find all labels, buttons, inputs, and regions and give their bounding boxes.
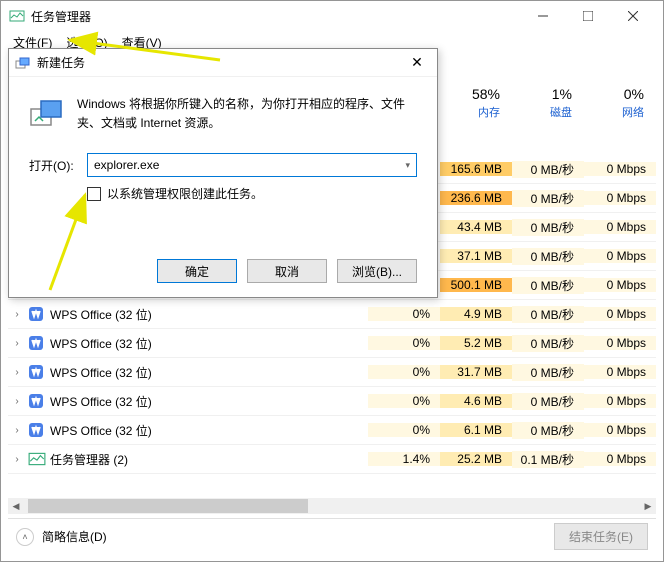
disk-cell: 0 MB/秒: [512, 219, 584, 236]
table-row[interactable]: › 任务管理器 (2)1.4%25.2 MB0.1 MB/秒0 Mbps: [8, 445, 656, 474]
cpu-cell: 0%: [368, 423, 440, 437]
footer: ˄ 简略信息(D) 结束任务(E): [8, 518, 656, 554]
minimize-button[interactable]: [520, 2, 565, 30]
new-task-dialog: 新建任务 ✕ Windows 将根据你所键入的名称，为你打开相应的程序、文件夹、…: [8, 48, 438, 298]
titlebar: 任务管理器: [1, 1, 663, 31]
scroll-thumb[interactable]: [28, 499, 308, 513]
expand-icon[interactable]: ›: [8, 425, 26, 436]
column-headers: 58% 内存 1% 磁盘 0% 网络: [438, 82, 654, 124]
wps-icon: [28, 306, 46, 322]
window-title: 任务管理器: [31, 8, 520, 25]
memory-cell: 31.7 MB: [440, 365, 512, 379]
network-cell: 0 Mbps: [584, 220, 656, 234]
memory-cell: 236.6 MB: [440, 191, 512, 205]
wps-icon: [28, 364, 46, 380]
table-row[interactable]: › WPS Office (32 位)0%31.7 MB0 MB/秒0 Mbps: [8, 358, 656, 387]
network-cell: 0 Mbps: [584, 423, 656, 437]
cpu-cell: 0%: [368, 307, 440, 321]
wps-icon: [28, 393, 46, 409]
expand-icon[interactable]: ›: [8, 396, 26, 407]
network-cell: 0 Mbps: [584, 336, 656, 350]
table-row[interactable]: › WPS Office (32 位)0%4.6 MB0 MB/秒0 Mbps: [8, 387, 656, 416]
cancel-button[interactable]: 取消: [247, 259, 327, 283]
cpu-cell: 0%: [368, 394, 440, 408]
disk-cell: 0 MB/秒: [512, 306, 584, 323]
network-cell: 0 Mbps: [584, 394, 656, 408]
end-task-button[interactable]: 结束任务(E): [554, 523, 648, 550]
memory-cell: 4.9 MB: [440, 307, 512, 321]
dialog-description: Windows 将根据你所键入的名称，为你打开相应的程序、文件夹、文档或 Int…: [77, 95, 417, 133]
network-cell: 0 Mbps: [584, 191, 656, 205]
dialog-title: 新建任务: [37, 54, 403, 71]
expand-icon[interactable]: ›: [8, 338, 26, 349]
process-name: WPS Office (32 位): [50, 364, 368, 381]
dialog-close-button[interactable]: ✕: [403, 51, 431, 75]
command-input[interactable]: explorer.exe ▾: [87, 153, 417, 177]
browse-button[interactable]: 浏览(B)...: [337, 259, 417, 283]
scroll-right-icon[interactable]: ▶: [640, 498, 656, 514]
taskmgr-icon: [28, 451, 46, 467]
memory-cell: 25.2 MB: [440, 452, 512, 466]
cpu-cell: 0%: [368, 365, 440, 379]
network-cell: 0 Mbps: [584, 452, 656, 466]
cpu-cell: 1.4%: [368, 452, 440, 466]
admin-checkbox[interactable]: [87, 187, 101, 201]
close-button[interactable]: [610, 2, 655, 30]
wps-icon: [28, 422, 46, 438]
disk-cell: 0 MB/秒: [512, 335, 584, 352]
memory-cell: 6.1 MB: [440, 423, 512, 437]
brief-info-toggle[interactable]: ˄ 简略信息(D): [16, 528, 107, 546]
disk-cell: 0 MB/秒: [512, 248, 584, 265]
memory-cell: 5.2 MB: [440, 336, 512, 350]
table-row[interactable]: › WPS Office (32 位)0%5.2 MB0 MB/秒0 Mbps: [8, 329, 656, 358]
memory-cell: 43.4 MB: [440, 220, 512, 234]
process-name: WPS Office (32 位): [50, 422, 368, 439]
table-row[interactable]: › WPS Office (32 位)0%6.1 MB0 MB/秒0 Mbps: [8, 416, 656, 445]
process-name: WPS Office (32 位): [50, 335, 368, 352]
disk-cell: 0 MB/秒: [512, 364, 584, 381]
maximize-button[interactable]: [565, 2, 610, 30]
disk-cell: 0.1 MB/秒: [512, 451, 584, 468]
taskmgr-icon: [9, 8, 25, 24]
network-cell: 0 Mbps: [584, 162, 656, 176]
run-icon: [15, 55, 31, 71]
memory-cell: 37.1 MB: [440, 249, 512, 263]
process-name: WPS Office (32 位): [50, 393, 368, 410]
network-cell: 0 Mbps: [584, 307, 656, 321]
wps-icon: [28, 335, 46, 351]
horizontal-scrollbar[interactable]: ◀ ▶: [8, 498, 656, 514]
process-name: 任务管理器 (2): [50, 451, 368, 468]
process-name: WPS Office (32 位): [50, 306, 368, 323]
expand-icon[interactable]: ›: [8, 309, 26, 320]
chevron-up-icon: ˄: [16, 528, 34, 546]
disk-cell: 0 MB/秒: [512, 277, 584, 294]
col-network[interactable]: 0% 网络: [582, 82, 654, 124]
network-cell: 0 Mbps: [584, 365, 656, 379]
scroll-track[interactable]: [24, 498, 640, 514]
memory-cell: 165.6 MB: [440, 162, 512, 176]
run-large-icon: [29, 95, 65, 131]
expand-icon[interactable]: ›: [8, 367, 26, 378]
col-disk[interactable]: 1% 磁盘: [510, 82, 582, 124]
ok-button[interactable]: 确定: [157, 259, 237, 283]
admin-checkbox-label: 以系统管理权限创建此任务。: [107, 185, 263, 202]
open-label: 打开(O):: [29, 157, 79, 174]
table-row[interactable]: › WPS Office (32 位)0%4.9 MB0 MB/秒0 Mbps: [8, 300, 656, 329]
memory-cell: 4.6 MB: [440, 394, 512, 408]
network-cell: 0 Mbps: [584, 278, 656, 292]
expand-icon[interactable]: ›: [8, 454, 26, 465]
chevron-down-icon[interactable]: ▾: [405, 160, 410, 171]
disk-cell: 0 MB/秒: [512, 161, 584, 178]
memory-cell: 500.1 MB: [440, 278, 512, 292]
network-cell: 0 Mbps: [584, 249, 656, 263]
dialog-titlebar: 新建任务 ✕: [9, 49, 437, 77]
cpu-cell: 0%: [368, 336, 440, 350]
disk-cell: 0 MB/秒: [512, 393, 584, 410]
scroll-left-icon[interactable]: ◀: [8, 498, 24, 514]
col-memory[interactable]: 58% 内存: [438, 82, 510, 124]
disk-cell: 0 MB/秒: [512, 190, 584, 207]
disk-cell: 0 MB/秒: [512, 422, 584, 439]
